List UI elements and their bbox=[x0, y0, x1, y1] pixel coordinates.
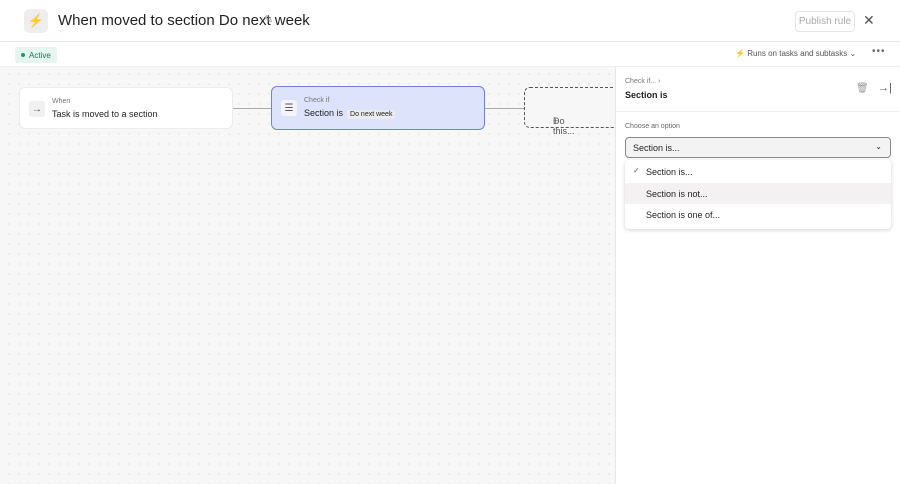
menu-item-label: Section is... bbox=[646, 167, 693, 177]
selected-value: Section is... bbox=[633, 143, 680, 153]
menu-item-label: Section is not... bbox=[646, 189, 708, 199]
arrow-right-icon: → bbox=[29, 101, 45, 117]
header: ⚡ When moved to section Do next week ✎ P… bbox=[0, 0, 900, 42]
close-icon[interactable]: ✕ bbox=[863, 12, 875, 29]
status-text: Active bbox=[29, 50, 51, 60]
collapse-panel-icon[interactable]: →| bbox=[878, 82, 892, 94]
node-label: Check if bbox=[304, 97, 330, 104]
breadcrumb-text: Check if... bbox=[625, 78, 657, 85]
node-label: Do this... bbox=[553, 116, 575, 136]
connector bbox=[233, 108, 271, 109]
divider bbox=[616, 111, 900, 112]
subtask-icon: ⚡ bbox=[735, 49, 745, 58]
node-value: Section is bbox=[304, 108, 344, 118]
workflow-canvas[interactable]: → When Task is moved to a section ☰ Chec… bbox=[0, 67, 644, 484]
section-chip: Do next week bbox=[347, 110, 396, 119]
menu-item-section-is[interactable]: ✓ Section is... bbox=[625, 161, 891, 182]
connector bbox=[485, 108, 524, 109]
choose-option-label: Choose an option bbox=[625, 123, 680, 130]
publish-rule-button[interactable]: Publish rule bbox=[795, 11, 855, 32]
trash-icon[interactable]: 🗑 bbox=[856, 83, 869, 94]
node-value: Task is moved to a section bbox=[52, 109, 158, 119]
option-select[interactable]: Section is... ⌄ bbox=[625, 137, 891, 158]
side-panel: Check if... › Section is 🗑 →| Choose an … bbox=[615, 67, 900, 484]
filter-icon: ☰ bbox=[281, 100, 297, 116]
menu-item-section-is-one-of[interactable]: Section is one of... bbox=[625, 204, 891, 225]
subbar: Active ⚡ Runs on tasks and subtasks ⌄ ••… bbox=[0, 43, 900, 67]
pencil-icon[interactable]: ✎ bbox=[264, 13, 273, 26]
menu-item-section-is-not[interactable]: Section is not... bbox=[625, 183, 891, 204]
trigger-node[interactable]: → When Task is moved to a section bbox=[19, 87, 233, 129]
menu-item-label: Section is one of... bbox=[646, 210, 721, 220]
breadcrumb[interactable]: Check if... › bbox=[625, 78, 660, 85]
node-label: When bbox=[52, 98, 71, 105]
condition-node[interactable]: ☰ Check if Section is Do next week bbox=[271, 86, 485, 130]
runs-on-dropdown[interactable]: ⚡ Runs on tasks and subtasks ⌄ bbox=[735, 49, 856, 58]
check-icon: ✓ bbox=[633, 166, 640, 175]
status-badge: Active bbox=[15, 47, 57, 63]
more-icon[interactable]: ••• bbox=[872, 46, 886, 57]
lightning-icon: ⚡ bbox=[24, 9, 48, 33]
chevron-right-icon: › bbox=[658, 78, 661, 85]
chevron-down-icon: ⌄ bbox=[849, 49, 857, 58]
option-menu: ✓ Section is... Section is not... Section… bbox=[625, 160, 891, 229]
chevron-down-icon: ⌄ bbox=[875, 142, 882, 151]
panel-title: Section is bbox=[625, 90, 668, 100]
runs-on-label: Runs on tasks and subtasks bbox=[747, 49, 848, 58]
